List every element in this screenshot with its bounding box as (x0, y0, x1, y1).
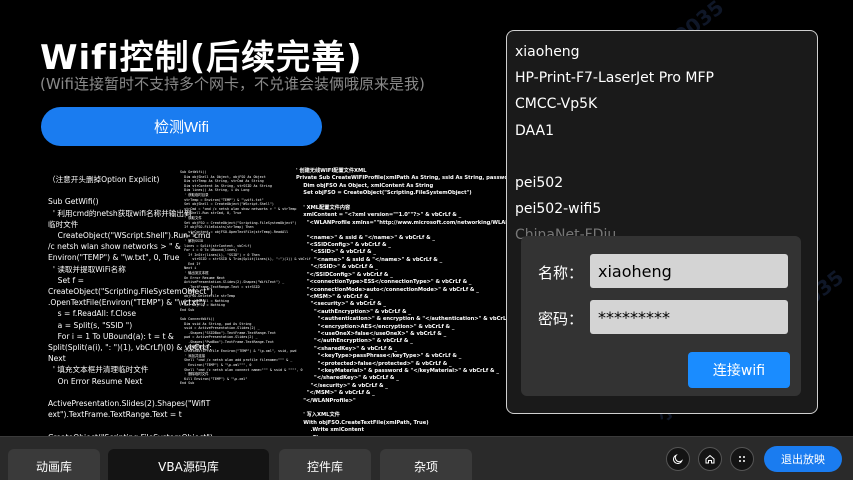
code-snippet-full: Sub GetWifi() Dim objShell As Object, ob… (180, 170, 311, 386)
ssid-input[interactable]: xiaoheng (590, 254, 788, 288)
ssid-item[interactable]: DAA1 (515, 118, 714, 144)
detect-wifi-button[interactable]: 检测Wifi (41, 107, 322, 146)
ssid-item[interactable]: pei502-wifi5 (515, 196, 714, 222)
connect-wifi-button[interactable]: 连接wifi (688, 352, 790, 388)
page-title: Wifi控制(后续完善) (40, 38, 363, 78)
password-label: 密码： (538, 310, 584, 328)
ssid-item[interactable]: CMCC-Vp5K (515, 91, 714, 117)
tab-vba-source-library[interactable]: VBA源码库 (108, 449, 269, 480)
ssid-item[interactable]: xiaoheng (515, 39, 714, 65)
ssid-item[interactable]: pei502 (515, 170, 714, 196)
bottom-nav-bar: 动画库 VBA源码库 控件库 杂项 退出放映 (0, 436, 853, 480)
page-subtitle: (Wifi连接暂时不支持多个网卡，不兑谁会装俩哦原来是我) (40, 75, 425, 93)
ssid-list: xiaoheng HP-Print-F7-LaserJet Pro MFP CM… (515, 39, 714, 249)
password-input[interactable]: ********* (590, 300, 788, 334)
moon-icon (673, 454, 683, 464)
grid-icon (739, 456, 745, 462)
home-button[interactable] (698, 447, 722, 471)
connect-form: 名称： xiaoheng 密码： ********* 连接wifi (521, 236, 801, 396)
tab-misc[interactable]: 杂项 (380, 449, 472, 480)
tab-control-library[interactable]: 控件库 (279, 449, 371, 480)
exit-slideshow-button[interactable]: 退出放映 (764, 446, 842, 472)
ssid-item[interactable]: HP-Print-F7-LaserJet Pro MFP (515, 65, 714, 91)
ssid-item (515, 144, 714, 170)
name-label: 名称： (538, 264, 584, 282)
tab-animation-library[interactable]: 动画库 (8, 449, 100, 480)
theme-toggle-button[interactable] (666, 447, 690, 471)
menu-grid-button[interactable] (730, 447, 754, 471)
home-icon (705, 454, 715, 464)
wifi-panel: xiaoheng HP-Print-F7-LaserJet Pro MFP CM… (506, 30, 818, 414)
